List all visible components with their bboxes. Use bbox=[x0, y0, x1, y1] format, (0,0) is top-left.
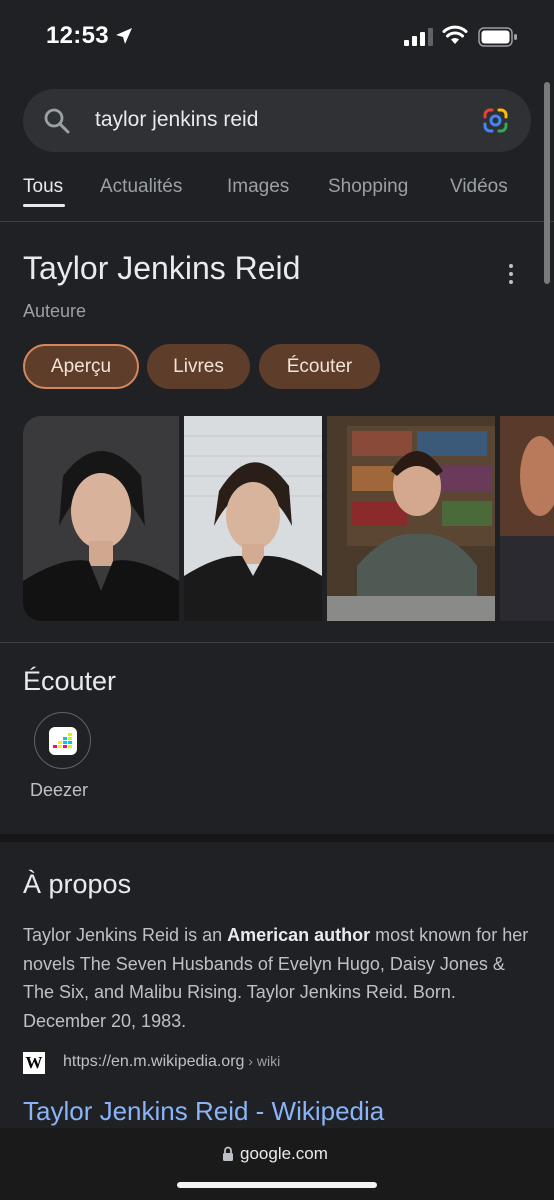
tab-videos[interactable]: Vidéos bbox=[450, 176, 508, 198]
image-carousel[interactable] bbox=[23, 416, 554, 621]
author-photo-2[interactable] bbox=[184, 416, 322, 621]
wifi-icon bbox=[442, 25, 468, 44]
chip-apercu[interactable]: Aperçu bbox=[23, 344, 139, 389]
active-tab-indicator bbox=[23, 204, 65, 207]
wikipedia-result-link[interactable]: Taylor Jenkins Reid - Wikipedia bbox=[23, 1096, 384, 1127]
about-section-title: À propos bbox=[23, 869, 132, 899]
deezer-label: Deezer bbox=[30, 780, 89, 800]
about-text-part: Taylor Jenkins Reid is an bbox=[23, 925, 228, 945]
listen-section-title: Écouter bbox=[23, 666, 117, 696]
signal-icon bbox=[404, 28, 433, 46]
section-divider bbox=[0, 834, 554, 842]
chip-ecouter[interactable]: Écouter bbox=[259, 344, 380, 389]
search-icon[interactable] bbox=[43, 107, 70, 134]
author-photo-3[interactable] bbox=[327, 416, 495, 621]
source-url-crumb: › wiki bbox=[244, 1053, 281, 1069]
deezer-icon bbox=[49, 727, 77, 755]
battery-icon bbox=[478, 27, 517, 47]
bottom-address-bar[interactable]: google.com bbox=[0, 1128, 554, 1200]
knowledge-panel-subtitle: Auteure bbox=[23, 301, 87, 321]
chip-livres[interactable]: Livres bbox=[147, 344, 250, 389]
tab-actualites[interactable]: Actualités bbox=[100, 176, 182, 198]
wikipedia-icon: W bbox=[23, 1052, 45, 1074]
source-url-domain: https://en.m.wikipedia.org bbox=[63, 1053, 245, 1070]
search-input[interactable]: taylor jenkins reid bbox=[95, 108, 258, 132]
home-indicator[interactable] bbox=[177, 1182, 377, 1188]
address-domain[interactable]: google.com bbox=[240, 1144, 328, 1164]
location-arrow-icon bbox=[116, 28, 132, 44]
tab-shopping[interactable]: Shopping bbox=[328, 176, 408, 198]
google-lens-icon[interactable] bbox=[481, 107, 510, 134]
about-description: Taylor Jenkins Reid is an American autho… bbox=[23, 921, 533, 1035]
about-text-bold: American author bbox=[227, 925, 371, 945]
search-bar[interactable]: taylor jenkins reid bbox=[23, 89, 531, 152]
more-options-icon[interactable] bbox=[500, 262, 522, 286]
status-time: 12:53 bbox=[46, 22, 109, 49]
deezer-button[interactable] bbox=[34, 712, 91, 769]
tab-images[interactable]: Images bbox=[227, 176, 289, 198]
scrollbar[interactable] bbox=[544, 82, 550, 284]
tab-tous[interactable]: Tous bbox=[23, 176, 63, 198]
search-tabs: Tous Actualités Images Shopping Vidéos bbox=[0, 170, 554, 222]
status-bar: 12:53 bbox=[0, 0, 554, 72]
author-photo-1[interactable] bbox=[23, 416, 179, 621]
author-photo-4[interactable] bbox=[500, 416, 554, 621]
section-divider bbox=[0, 642, 554, 643]
knowledge-panel-title: Taylor Jenkins Reid bbox=[23, 250, 301, 286]
lock-icon bbox=[223, 1146, 233, 1161]
source-url[interactable]: https://en.m.wikipedia.org › wiki bbox=[63, 1053, 280, 1071]
